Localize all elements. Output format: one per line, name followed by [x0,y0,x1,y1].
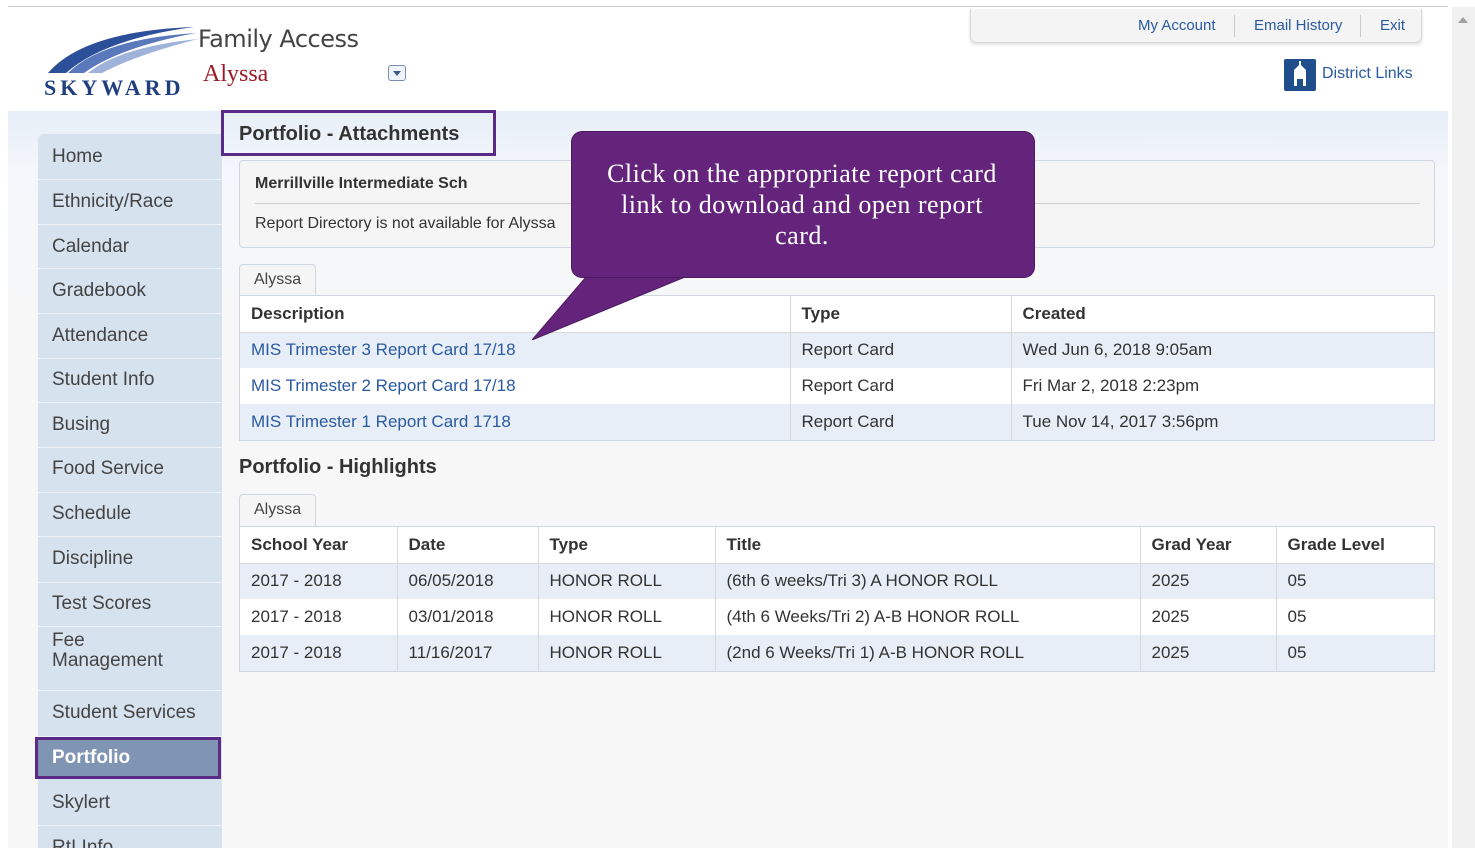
app-title: Family Access [198,25,359,53]
cell-school-year: 2017 - 2018 [240,635,398,671]
report-card-link[interactable]: MIS Trimester 1 Report Card 1718 [251,412,511,431]
sidebar-item-attendance[interactable]: Attendance [38,314,222,359]
sidebar-item-skylert[interactable]: Skylert [38,782,222,826]
sidebar-item-ethnicity-race[interactable]: Ethnicity/Race [38,180,222,225]
cell-date: 06/05/2018 [397,563,539,599]
sidebar-item-discipline[interactable]: Discipline [38,537,222,583]
account-bar: My Account Email History Exit [970,9,1422,43]
tab-attachments-student[interactable]: Alyssa [239,264,317,296]
scroll-up-arrow-icon[interactable] [1458,17,1468,23]
table-row: MIS Trimester 3 Report Card 17/18 Report… [240,332,1434,368]
cell-grad-year: 2025 [1140,635,1277,671]
highlights-title: Portfolio - Highlights [239,456,437,478]
my-account-link[interactable]: My Account [1138,17,1216,34]
sidebar-item-calendar[interactable]: Calendar [38,225,222,269]
vertical-scrollbar[interactable] [1452,7,1475,848]
cell-type: HONOR ROLL [538,599,716,635]
cell-type: Report Card [790,404,1012,440]
instruction-callout: Click on the appropriate report card lin… [572,132,1034,277]
school-building-icon [1284,59,1316,91]
separator [1234,15,1235,37]
col-school-year[interactable]: School Year [240,527,398,564]
cell-created: Fri Mar 2, 2018 2:23pm [1022,376,1200,395]
sidebar-item-schedule[interactable]: Schedule [38,493,222,537]
sidebar-item-rti-info[interactable]: RtI Info [38,826,222,848]
callout-pointer [532,270,703,340]
cell-created: Wed Jun 6, 2018 9:05am [1011,332,1434,368]
col-type[interactable]: Type [538,527,716,564]
cell-grade-level: 05 [1287,607,1307,626]
cell-title: (6th 6 weeks/Tri 3) A HONOR ROLL [715,563,1141,599]
table-row: 2017 - 2018 11/16/2017 HONOR ROLL (2nd 6… [240,635,1434,671]
cell-type: Report Card [790,368,1012,404]
cell-type: HONOR ROLL [538,563,716,599]
table-row: 2017 - 2018 03/01/2018 HONOR ROLL (4th 6… [240,599,1434,635]
attachments-title: Portfolio - Attachments [239,123,460,145]
attachments-table: Description Type Created MIS Trimester 3… [239,295,1435,441]
table-row: MIS Trimester 1 Report Card 1718 Report … [240,404,1434,440]
cell-type: HONOR ROLL [538,635,716,671]
logo-wordmark: SKYWARD [44,75,185,100]
sidebar-item-food-service[interactable]: Food Service [38,448,222,493]
email-history-link[interactable]: Email History [1254,17,1342,34]
col-title[interactable]: Title [715,527,1141,564]
cell-school-year: 2017 - 2018 [240,599,398,635]
cell-date: 03/01/2018 [397,599,539,635]
district-links-label: District Links [1322,65,1413,82]
cell-created: Tue Nov 14, 2017 3:56pm [1011,404,1434,440]
report-directory-message: Report Directory is not available for Al… [255,215,556,232]
sidebar-item-busing[interactable]: Busing [38,403,222,448]
cell-grade-level: 05 [1276,563,1434,599]
cell-title: (4th 6 Weeks/Tri 2) A-B HONOR ROLL [715,599,1141,635]
header: SKYWARD Family Access Alyssa My Account … [8,7,1448,111]
cell-school-year: 2017 - 2018 [240,563,398,599]
sidebar-item-student-services[interactable]: Student Services [38,691,222,737]
exit-link[interactable]: Exit [1380,17,1405,34]
cell-type: Report Card [790,332,1012,368]
skyward-logo: SKYWARD [44,25,204,101]
sidebar-item-student-info[interactable]: Student Info [38,359,222,403]
report-card-link[interactable]: MIS Trimester 2 Report Card 17/18 [251,376,516,395]
cell-date: 11/16/2017 [397,635,539,671]
cell-title: (2nd 6 Weeks/Tri 1) A-B HONOR ROLL [715,635,1141,671]
cell-grade-level: 05 [1276,635,1434,671]
sidebar-item-test-scores[interactable]: Test Scores [38,583,222,627]
skyward-swoosh-icon [48,27,198,73]
table-row: MIS Trimester 2 Report Card 17/18 Report… [240,368,1434,404]
school-name: Merrillville Intermediate Sch [255,175,468,192]
report-card-link[interactable]: MIS Trimester 3 Report Card 17/18 [251,340,516,359]
col-date[interactable]: Date [397,527,539,564]
col-grad-year[interactable]: Grad Year [1140,527,1277,564]
student-name[interactable]: Alyssa [203,61,268,88]
sidebar-item-gradebook[interactable]: Gradebook [38,269,222,314]
col-type[interactable]: Type [790,296,1012,333]
student-dropdown-icon[interactable] [388,65,406,81]
sidebar-item-fee-management[interactable]: Fee Management [38,627,222,691]
separator [1360,15,1361,37]
callout-text: Click on the appropriate report card lin… [607,159,997,250]
sidebar-item-home[interactable]: Home [38,134,222,180]
tab-highlights-student[interactable]: Alyssa [239,494,317,526]
highlights-table: School Year Date Type Title Grad Year Gr… [239,526,1435,672]
cell-grad-year: 2025 [1140,599,1277,635]
sidebar-nav: Home Ethnicity/Race Calendar Gradebook A… [35,134,222,848]
col-grade-level[interactable]: Grade Level [1276,527,1434,564]
cell-grad-year: 2025 [1140,563,1277,599]
col-created[interactable]: Created [1011,296,1434,333]
sidebar-item-portfolio[interactable]: Portfolio [35,737,221,779]
table-row: 2017 - 2018 06/05/2018 HONOR ROLL (6th 6… [240,563,1434,599]
